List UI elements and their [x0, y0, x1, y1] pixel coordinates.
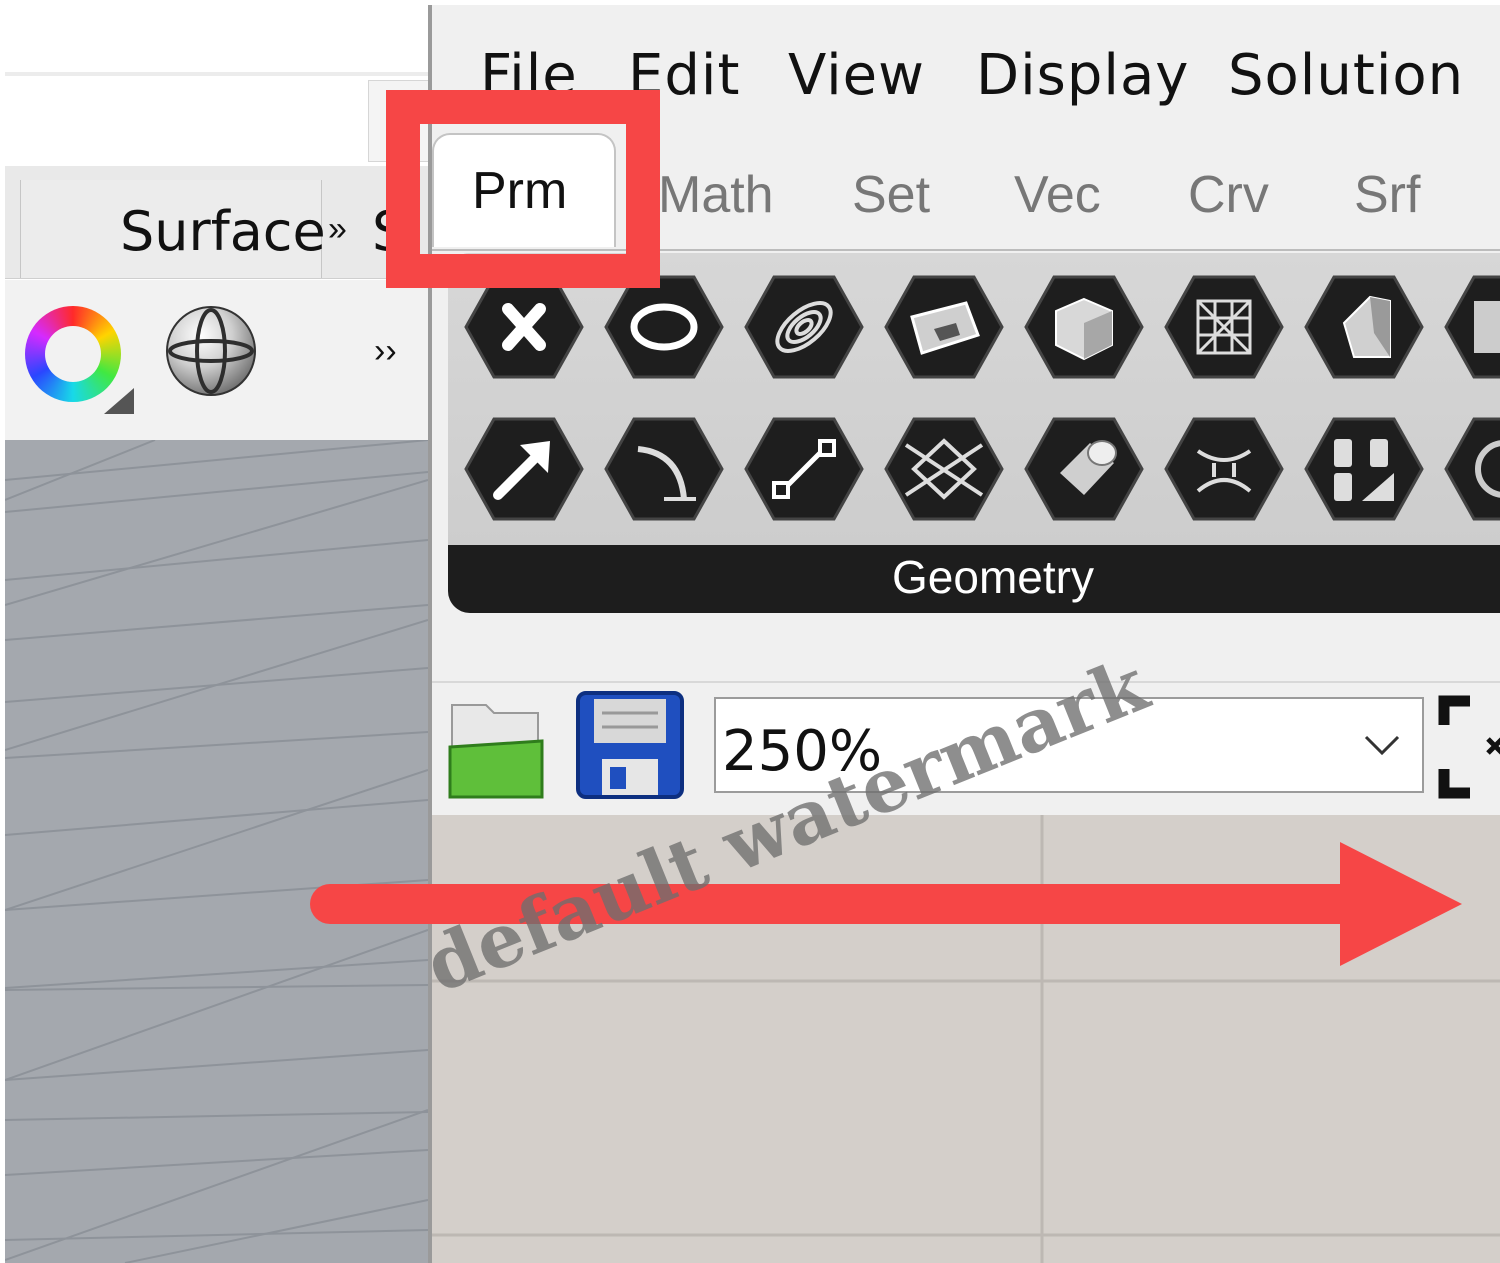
flyout-indicator-icon — [104, 388, 134, 414]
tab-srf[interactable]: Srf — [1354, 165, 1420, 225]
box-icon[interactable] — [1024, 273, 1144, 381]
twisted-box-icon[interactable] — [1164, 415, 1284, 523]
plane-icon[interactable] — [884, 415, 1004, 523]
vector-arrow-icon[interactable] — [464, 415, 584, 523]
chevron-down-icon[interactable] — [1362, 725, 1402, 765]
render-sphere-icon[interactable] — [166, 306, 256, 396]
ribbon-overflow-button[interactable]: » — [328, 210, 347, 249]
tab-set[interactable]: Set — [852, 165, 930, 225]
command-line[interactable] — [5, 72, 428, 170]
text-abc-icon[interactable] — [1304, 415, 1424, 523]
tab-math[interactable]: Math — [658, 165, 774, 225]
open-file-icon[interactable] — [446, 691, 546, 803]
rhino-window: Surface » S ›› — [0, 0, 428, 1263]
ribbon-tab-surface-label: Surface — [120, 200, 326, 263]
circle-icon[interactable] — [604, 273, 724, 381]
brep-icon[interactable] — [1304, 273, 1424, 381]
cylinder-icon[interactable] — [1024, 415, 1144, 523]
delete-x-icon[interactable] — [464, 273, 584, 381]
line-icon[interactable] — [744, 415, 864, 523]
save-file-icon[interactable] — [574, 689, 686, 801]
highlight-box — [386, 90, 660, 288]
menu-solution[interactable]: Solution — [1228, 43, 1464, 108]
mesh-icon[interactable] — [1164, 273, 1284, 381]
spiral-circle-icon[interactable] — [1444, 415, 1500, 523]
zoom-extents-icon[interactable] — [1438, 695, 1500, 799]
palette-spacer — [432, 617, 1500, 681]
tab-vec[interactable]: Vec — [1014, 165, 1101, 225]
toolbar-overflow-button[interactable]: ›› — [374, 332, 397, 371]
menu-display[interactable]: Display — [976, 43, 1189, 108]
palette-group-label: Geometry — [892, 551, 1094, 603]
arc-icon[interactable] — [604, 415, 724, 523]
menu-view[interactable]: View — [788, 43, 925, 108]
spiral-icon[interactable] — [744, 273, 864, 381]
surface-icon[interactable] — [884, 273, 1004, 381]
panel-icon[interactable] — [1444, 273, 1500, 381]
tab-crv[interactable]: Crv — [1188, 165, 1269, 225]
